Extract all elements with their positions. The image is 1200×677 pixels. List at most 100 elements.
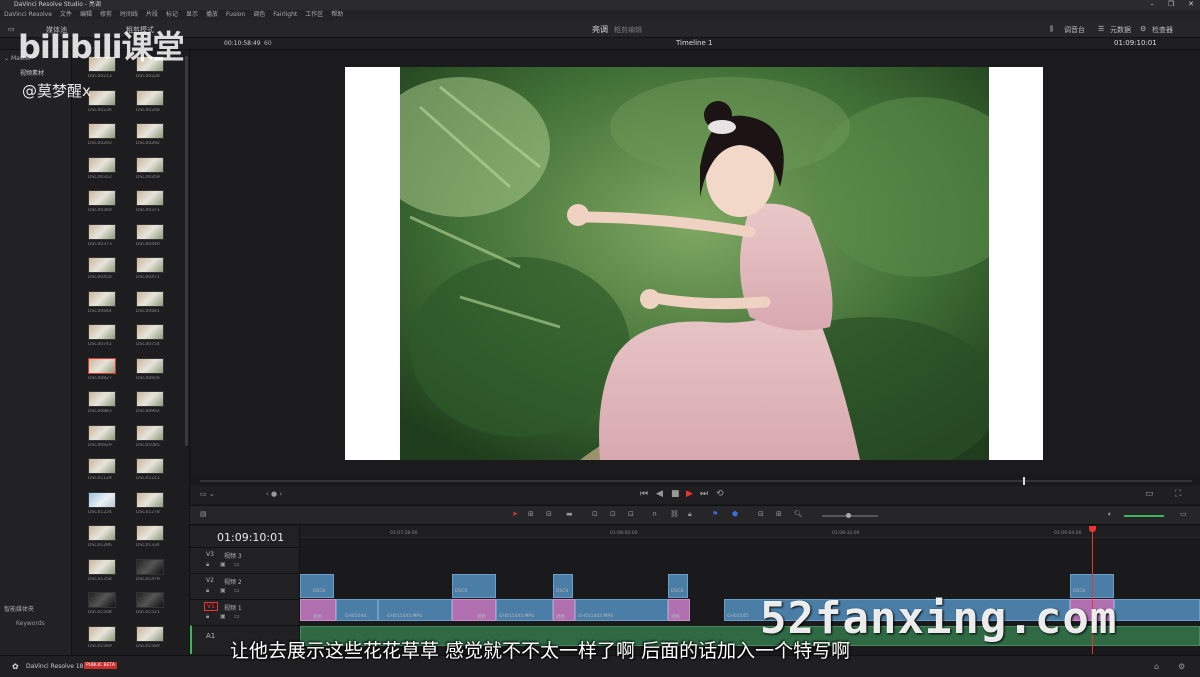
- menu-clip[interactable]: 片段: [146, 10, 158, 20]
- play-icon[interactable]: ▶: [686, 489, 693, 499]
- media-clip-thumbnail[interactable]: [136, 525, 164, 541]
- media-clip-thumbnail[interactable]: [136, 89, 164, 106]
- media-clip-thumbnail[interactable]: [88, 324, 116, 340]
- mixer-icon[interactable]: ⫼: [1050, 25, 1053, 34]
- blade-tool-icon[interactable]: ▬: [566, 510, 573, 518]
- timeline-clip-v1[interactable]: GH011443.MP4: [496, 599, 553, 621]
- link-icon[interactable]: ⛓: [670, 510, 679, 518]
- volume-slider[interactable]: [1124, 515, 1164, 517]
- metadata-button[interactable]: 元数据: [1110, 25, 1131, 35]
- audio-meter-icon[interactable]: ▭: [1180, 510, 1187, 518]
- media-clip-thumbnail[interactable]: [88, 391, 116, 407]
- trim-tool-icon[interactable]: ⊞: [528, 510, 534, 518]
- timeline-clip-v1[interactable]: [1114, 599, 1200, 621]
- media-clip-thumbnail[interactable]: [136, 357, 164, 374]
- media-clip-thumbnail[interactable]: [88, 123, 116, 139]
- media-clip-thumbnail[interactable]: [136, 123, 164, 139]
- menu-trim[interactable]: 修剪: [100, 10, 112, 20]
- marker-icon[interactable]: ⬟: [732, 510, 738, 518]
- stop-icon[interactable]: ■: [671, 489, 680, 499]
- maximize-button[interactable]: ❐: [1168, 0, 1174, 10]
- menu-file[interactable]: 文件: [60, 10, 72, 20]
- timeline-clip-v1[interactable]: GH011443.MP4: [378, 599, 452, 621]
- media-clip-thumbnail[interactable]: [136, 558, 164, 575]
- inspector-button[interactable]: 检查器: [1152, 25, 1173, 35]
- media-clip-thumbnail[interactable]: [136, 324, 164, 340]
- media-clip-thumbnail[interactable]: [88, 223, 116, 240]
- track-visibility-icon[interactable]: ▭: [234, 613, 240, 620]
- media-clip-thumbnail[interactable]: [88, 190, 116, 206]
- viewer-scrub-bar[interactable]: [200, 477, 1192, 485]
- match-frame-icon[interactable]: ▭: [1145, 489, 1154, 499]
- media-clip-thumbnail[interactable]: [136, 491, 164, 508]
- media-clip-thumbnail[interactable]: [136, 424, 164, 441]
- media-clip-thumbnail[interactable]: [88, 257, 116, 273]
- media-clip-thumbnail[interactable]: [136, 156, 164, 173]
- track-name[interactable]: 视频 2: [224, 577, 242, 586]
- skip-to-end-icon[interactable]: ⏭: [700, 489, 708, 499]
- track-name[interactable]: 视频 1: [224, 603, 242, 612]
- menu-fusion[interactable]: Fusion: [226, 10, 245, 20]
- media-clip-thumbnail[interactable]: [88, 290, 116, 307]
- flag-icon[interactable]: ⚑: [712, 510, 718, 518]
- media-clip-thumbnail[interactable]: [136, 458, 164, 474]
- media-clip-thumbnail[interactable]: [136, 223, 164, 240]
- menu-edit[interactable]: 编辑: [80, 10, 92, 20]
- track-visibility-icon[interactable]: ▭: [234, 587, 240, 594]
- fullscreen-icon[interactable]: ⛶: [1175, 489, 1181, 499]
- track-visibility-icon[interactable]: ▭: [234, 561, 240, 568]
- media-clip-thumbnail[interactable]: [136, 290, 164, 307]
- loop-icon[interactable]: ⟲: [716, 489, 724, 499]
- media-pool-scrollbar[interactable]: [185, 56, 188, 446]
- media-clip-thumbnail[interactable]: [88, 625, 116, 642]
- media-clip-thumbnail[interactable]: [136, 592, 164, 608]
- timeline-clip-v2[interactable]: DSC0: [300, 574, 334, 598]
- media-clip-thumbnail[interactable]: [136, 391, 164, 407]
- track-id[interactable]: V1: [204, 602, 218, 611]
- timeline-clip-v2[interactable]: DSC0: [553, 574, 573, 598]
- volume-icon[interactable]: 🔈︎: [1108, 510, 1112, 519]
- menu-mark[interactable]: 标记: [166, 10, 178, 20]
- inspector-icon[interactable]: ⚙: [1140, 25, 1146, 33]
- keywords-bin[interactable]: Keywords: [16, 620, 45, 627]
- media-clip-thumbnail[interactable]: [88, 357, 116, 374]
- menu-playback[interactable]: 播放: [206, 10, 218, 20]
- minimize-button[interactable]: –: [1150, 0, 1154, 10]
- jog-control[interactable]: ‹ ● ›: [266, 490, 282, 498]
- lock-icon[interactable]: 🔒︎: [206, 587, 209, 595]
- overwrite-clip-icon[interactable]: ⊡: [610, 510, 616, 518]
- snapping-icon[interactable]: ∩: [652, 510, 657, 518]
- auto-select-icon[interactable]: ▣: [220, 561, 226, 568]
- auto-select-icon[interactable]: ▣: [220, 587, 226, 594]
- media-clip-thumbnail[interactable]: [88, 525, 116, 541]
- timeline-clip-v2[interactable]: DSC0: [452, 574, 496, 598]
- menu-workspace[interactable]: 工作区: [305, 10, 323, 20]
- scrub-handle[interactable]: [1023, 477, 1025, 485]
- timeline-clip-adjustment[interactable]: 调色: [452, 599, 496, 621]
- timeline-clip-v2[interactable]: DSC0: [668, 574, 688, 598]
- media-clip-thumbnail[interactable]: [136, 190, 164, 206]
- zoom-full-icon[interactable]: ⊟: [758, 510, 764, 518]
- media-clip-thumbnail[interactable]: [88, 89, 116, 106]
- dynamic-trim-icon[interactable]: ⊟: [546, 510, 552, 518]
- timeline-clip-adjustment[interactable]: 调色: [668, 599, 690, 621]
- layout-icon[interactable]: ▭: [8, 25, 15, 33]
- media-clip-thumbnail[interactable]: [136, 625, 164, 642]
- auto-select-icon[interactable]: ▣: [220, 613, 226, 620]
- play-reverse-icon[interactable]: ◀: [656, 489, 663, 499]
- media-clip-thumbnail[interactable]: [88, 156, 116, 173]
- viewer-mode-icon[interactable]: ▭ ⌄: [200, 490, 215, 498]
- menu-view[interactable]: 显示: [186, 10, 198, 20]
- skip-to-start-icon[interactable]: ⏮: [640, 489, 648, 499]
- timeline-clip-v1[interactable]: GH011443.MP4: [575, 599, 668, 621]
- position-lock-icon[interactable]: 🔒︎: [688, 510, 692, 519]
- timeline-name[interactable]: Timeline 1: [676, 39, 712, 47]
- zoom-slider[interactable]: [822, 513, 878, 518]
- timeline-clip-v1[interactable]: GH01044..: [336, 599, 378, 621]
- timeline-clip-adjustment[interactable]: 调色: [300, 599, 336, 621]
- zoom-custom-icon[interactable]: 🔍︎: [794, 510, 803, 518]
- insert-clip-icon[interactable]: ⊡: [592, 510, 598, 518]
- lock-icon[interactable]: 🔒︎: [206, 561, 209, 569]
- menu-timeline[interactable]: 时间线: [120, 10, 138, 20]
- metadata-icon[interactable]: ☰: [1098, 25, 1104, 33]
